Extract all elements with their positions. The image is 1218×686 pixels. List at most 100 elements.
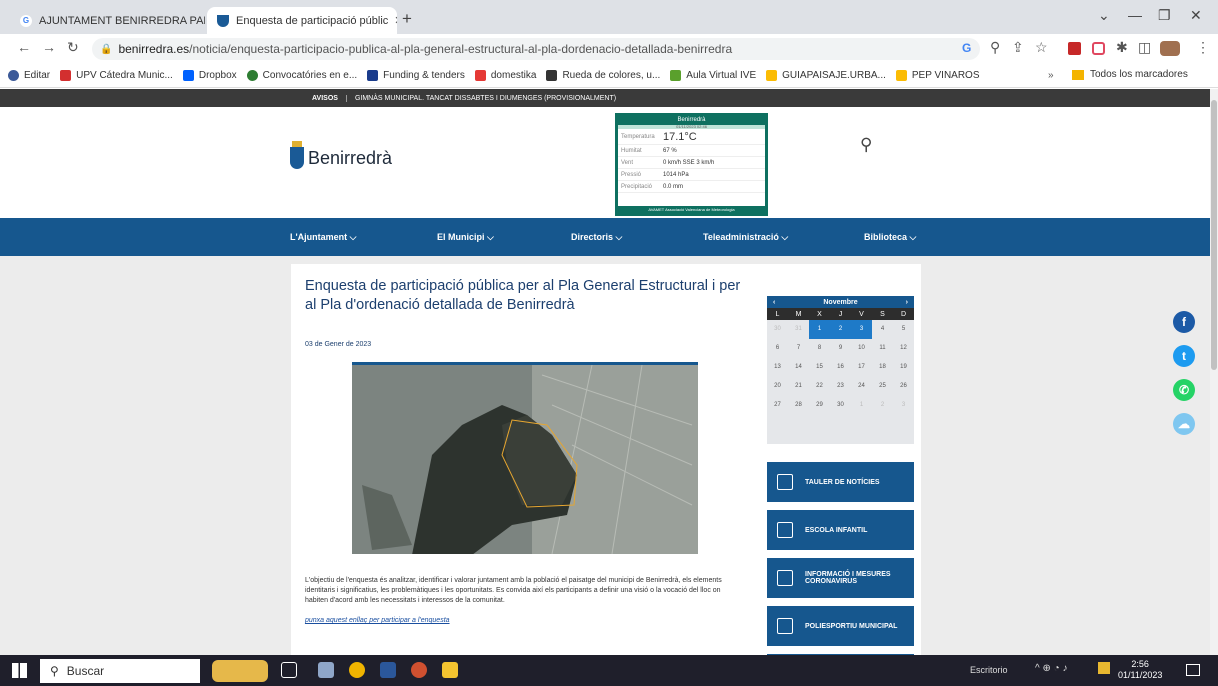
bookmark-rueda[interactable]: Rueda de colores, u... xyxy=(546,70,660,81)
calendar-day[interactable]: 6 xyxy=(767,339,788,358)
tab-ajuntament[interactable]: G AJUNTAMENT BENIRREDRA PAR ✕ xyxy=(10,7,205,34)
sidepanel-icon[interactable]: ◫ xyxy=(1138,39,1151,56)
calendar-day[interactable]: 1 xyxy=(851,396,872,415)
bookmark-dropbox[interactable]: Dropbox xyxy=(182,70,237,81)
menu-biblioteca[interactable]: Biblioteca ⌵ xyxy=(864,232,916,243)
weather-widget[interactable]: Benirredrà 01/11/2023 02:46 Temperatura 1… xyxy=(615,113,768,216)
calendar-day[interactable]: 16 xyxy=(830,358,851,377)
coronavirus-info-button[interactable]: INFORMACIÓ I MESURES CORONAVIRUS xyxy=(767,558,914,598)
avisos-text[interactable]: GIMNÀS MUNICIPAL. TANCAT DISSABTES I DIU… xyxy=(355,95,616,102)
extension-icon[interactable] xyxy=(1068,42,1081,55)
task-view-icon[interactable] xyxy=(281,662,297,678)
extensions-icon[interactable]: ✱ xyxy=(1116,39,1128,56)
survey-link[interactable]: punxa aquest enllaç per participar a l'e… xyxy=(305,617,450,624)
calendar-day[interactable]: 18 xyxy=(872,358,893,377)
tray-icons[interactable]: ^ ⊕ ◔ ♪ xyxy=(1035,663,1067,674)
chrome-icon[interactable] xyxy=(349,662,365,678)
twitter-icon[interactable]: t xyxy=(1173,345,1195,367)
calendar-day[interactable]: 29 xyxy=(809,396,830,415)
menu-icon[interactable]: ⋮ xyxy=(1196,39,1210,56)
calendar-day[interactable]: 30 xyxy=(767,320,788,339)
calendar-day[interactable]: 5 xyxy=(893,320,914,339)
bookmark-guiapaisaje[interactable]: GUIAPAISAJE.URBA... xyxy=(766,70,886,81)
calendar-day[interactable]: 7 xyxy=(788,339,809,358)
chrome-profile-icon[interactable] xyxy=(411,662,427,678)
menu-directoris[interactable]: Directoris ⌵ xyxy=(571,232,622,243)
taskbar-clock[interactable]: 2:56 01/11/2023 xyxy=(1118,659,1162,681)
share-icon[interactable]: ⇪ xyxy=(1012,39,1024,56)
calendar-day[interactable]: 21 xyxy=(788,377,809,396)
word-icon[interactable] xyxy=(380,662,396,678)
profile-avatar[interactable] xyxy=(1160,41,1180,56)
calendar-day[interactable]: 13 xyxy=(767,358,788,377)
scrollbar-thumb[interactable] xyxy=(1211,100,1217,370)
calendar-day[interactable]: 2 xyxy=(830,320,851,339)
new-tab-button[interactable]: + xyxy=(402,9,412,29)
notifications-icon[interactable] xyxy=(1186,664,1200,676)
calendar-day[interactable]: 22 xyxy=(809,377,830,396)
calendar-day[interactable]: 12 xyxy=(893,339,914,358)
calendar-day[interactable]: 11 xyxy=(872,339,893,358)
zoom-icon[interactable]: ⚲ xyxy=(990,39,1000,56)
bookmark-pep[interactable]: PEP VINAROS xyxy=(895,70,980,81)
bookmark-aula[interactable]: Aula Virtual IVE xyxy=(670,70,756,81)
tab-enquesta[interactable]: Enquesta de participació públic ✕ xyxy=(207,7,397,34)
escola-infantil-button[interactable]: ESCOLA INFANTIL xyxy=(767,510,914,550)
bookmark-convocatories[interactable]: Convocatóries en e... xyxy=(246,70,357,81)
weather-icon[interactable]: ☁ xyxy=(1173,413,1195,435)
bookmark-editar[interactable]: Editar xyxy=(8,70,50,81)
tauler-noticies-button[interactable]: TAULER DE NOTÍCIES xyxy=(767,462,914,502)
close-window-button[interactable]: ✕ xyxy=(1190,7,1202,24)
poliesportiu-button[interactable]: POLIESPORTIU MUNICIPAL xyxy=(767,606,914,646)
facebook-icon[interactable]: f xyxy=(1173,311,1195,333)
pocket-icon[interactable] xyxy=(1092,42,1105,55)
calendar-day[interactable]: 30 xyxy=(830,396,851,415)
calendar-day[interactable]: 24 xyxy=(851,377,872,396)
calendar-day[interactable]: 25 xyxy=(872,377,893,396)
calendar-day[interactable]: 1 xyxy=(809,320,830,339)
file-explorer-icon[interactable] xyxy=(442,662,458,678)
calendar-day[interactable]: 2 xyxy=(872,396,893,415)
calendar-day[interactable]: 31 xyxy=(788,320,809,339)
app-icon[interactable] xyxy=(318,662,334,678)
address-bar[interactable]: 🔒 benirredra.es/noticia/enquesta-partici… xyxy=(92,38,980,60)
calendar-day[interactable]: 19 xyxy=(893,358,914,377)
calendar-day[interactable]: 3 xyxy=(851,320,872,339)
taskbar-search[interactable]: ⚲ Buscar xyxy=(40,659,200,683)
calendar-day[interactable]: 23 xyxy=(830,377,851,396)
back-icon[interactable]: ← xyxy=(17,39,31,55)
google-lens-icon[interactable]: G xyxy=(962,41,971,55)
windows-start-icon[interactable] xyxy=(12,663,27,678)
calendar-day[interactable]: 27 xyxy=(767,396,788,415)
maximize-button[interactable]: ❐ xyxy=(1158,7,1171,24)
calendar-day[interactable]: 8 xyxy=(809,339,830,358)
calendar-prev-button[interactable]: ‹ xyxy=(773,299,775,306)
bookmark-domestika[interactable]: domestika xyxy=(474,70,536,81)
menu-ajuntament[interactable]: L'Ajuntament ⌵ xyxy=(290,232,356,243)
calendar-day[interactable]: 17 xyxy=(851,358,872,377)
calendar-day[interactable]: 28 xyxy=(788,396,809,415)
calendar-day[interactable]: 10 xyxy=(851,339,872,358)
star-icon[interactable]: ☆ xyxy=(1035,39,1048,56)
calendar-day[interactable]: 26 xyxy=(893,377,914,396)
calendar-day[interactable]: 4 xyxy=(872,320,893,339)
calendar-day[interactable]: 3 xyxy=(893,396,914,415)
whatsapp-icon[interactable]: ✆ xyxy=(1173,379,1195,401)
bookmarks-overflow[interactable]: » xyxy=(1048,70,1054,81)
menu-municipi[interactable]: El Municipi ⌵ xyxy=(437,232,494,243)
reload-icon[interactable]: ↻ xyxy=(67,39,79,56)
tray-app-icon[interactable] xyxy=(1098,662,1110,674)
search-highlight-image[interactable] xyxy=(212,660,268,682)
calendar-day[interactable]: 15 xyxy=(809,358,830,377)
close-tab-icon[interactable]: ✕ xyxy=(388,14,397,27)
all-bookmarks[interactable]: Todos los marcadores xyxy=(1072,69,1188,80)
escritorio-label[interactable]: Escritorio xyxy=(970,665,1008,675)
calendar-day[interactable]: 9 xyxy=(830,339,851,358)
calendar-next-button[interactable]: › xyxy=(906,299,908,306)
bookmark-funding[interactable]: Funding & tenders xyxy=(367,70,465,81)
bookmark-upv[interactable]: UPV Cátedra Munic... xyxy=(60,70,173,81)
minimize-button[interactable]: — xyxy=(1128,7,1142,23)
calendar-day[interactable]: 14 xyxy=(788,358,809,377)
menu-teleadministracio[interactable]: Teleadministració ⌵ xyxy=(703,232,788,243)
site-logo[interactable]: Benirredrà xyxy=(290,141,392,169)
